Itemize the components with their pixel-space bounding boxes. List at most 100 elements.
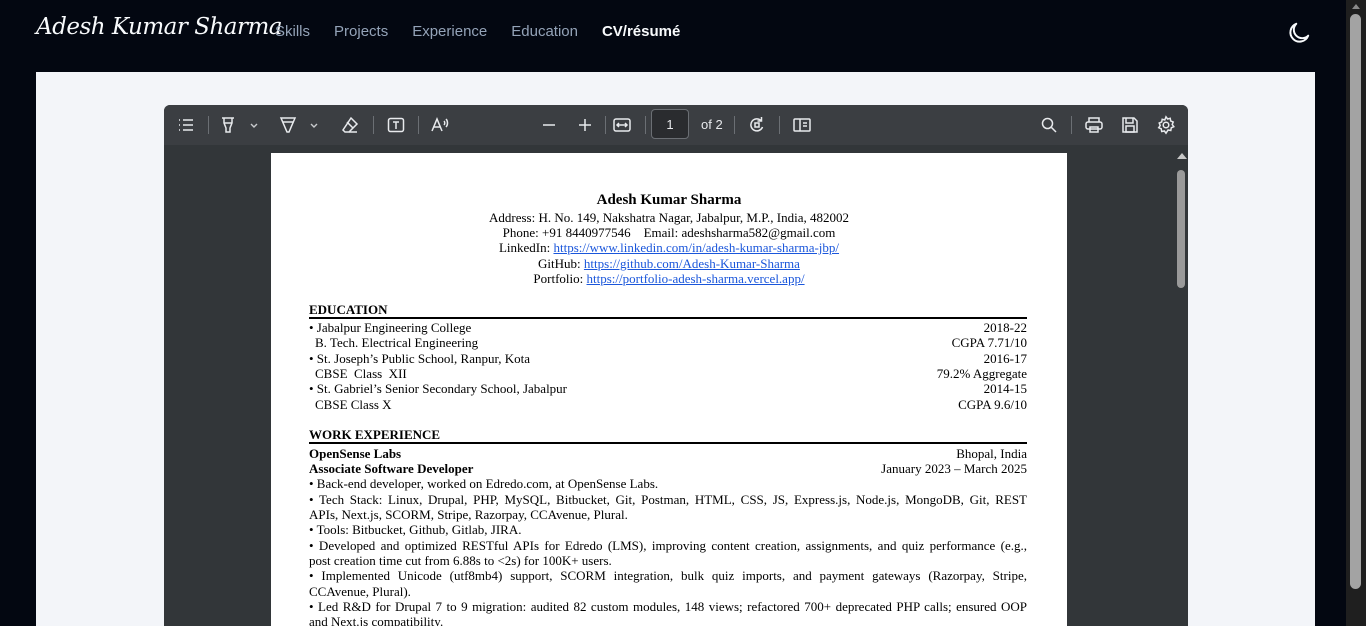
education-date: 2014-15 xyxy=(983,381,1027,396)
education-item: CBSE Class XII xyxy=(315,366,407,381)
page-view-button[interactable] xyxy=(790,113,814,137)
pdf-toolbar: of 2 xyxy=(164,105,1188,145)
toolbar-separator xyxy=(418,116,419,134)
page-total-label: of 2 xyxy=(701,117,723,132)
zoom-in-button[interactable] xyxy=(573,113,597,137)
theme-toggle-button[interactable] xyxy=(1286,20,1312,46)
work-bullet-continued: post creation time cut from 6.88s to <2s… xyxy=(309,553,612,568)
top-navbar: Adesh Kumar Sharma Skills Projects Exper… xyxy=(0,0,1346,64)
save-button[interactable] xyxy=(1118,113,1142,137)
education-item: • St. Gabriel’s Senior Secondary School,… xyxy=(309,381,568,396)
github-label: GitHub: xyxy=(538,256,584,271)
scroll-up-arrow-icon[interactable] xyxy=(1352,4,1360,9)
pdf-viewer: of 2 Adesh Kumar Sharma Address: H. No. … xyxy=(164,105,1188,626)
contents-button[interactable] xyxy=(174,113,198,137)
nav-link-skills[interactable]: Skills xyxy=(275,22,310,42)
education-date: 2016-17 xyxy=(983,351,1027,366)
draw-icon xyxy=(279,117,297,133)
work-bullet-continued: and Next.js compatibility. xyxy=(309,614,444,626)
portfolio-label: Portfolio: xyxy=(533,271,587,286)
education-date: 2018-22 xyxy=(983,320,1027,335)
education-score: CGPA 7.71/10 xyxy=(951,335,1027,350)
draw-options-button[interactable] xyxy=(308,117,320,133)
search-button[interactable] xyxy=(1037,113,1061,137)
read-aloud-button[interactable] xyxy=(428,113,452,137)
nav-link-education[interactable]: Education xyxy=(511,22,578,42)
resume-linkedin-line: LinkedIn: https://www.linkedin.com/in/ad… xyxy=(271,240,1067,255)
work-bullet: • Back-end developer, worked on Edredo.c… xyxy=(309,476,659,491)
rotate-icon xyxy=(750,117,764,132)
education-item: B. Tech. Electrical Engineering xyxy=(315,335,479,350)
highlight-options-button[interactable] xyxy=(248,117,260,133)
resume-portfolio-line: Portfolio: https://portfolio-adesh-sharm… xyxy=(271,271,1067,286)
settings-icon xyxy=(1157,115,1175,135)
draw-button[interactable] xyxy=(276,113,300,137)
fit-page-icon xyxy=(613,118,631,132)
job-dates: January 2023 – March 2025 xyxy=(881,461,1027,476)
portfolio-link[interactable]: https://portfolio-adesh-sharma.vercel.ap… xyxy=(587,271,805,286)
toolbar-separator xyxy=(734,116,735,134)
viewer-scrollbar-thumb[interactable] xyxy=(1177,170,1185,288)
chevron-down-icon xyxy=(310,123,318,128)
text-box-icon xyxy=(387,117,405,133)
save-icon xyxy=(1122,117,1138,133)
eraser-icon xyxy=(342,116,359,133)
page-view-icon xyxy=(793,118,811,132)
company-name: OpenSense Labs xyxy=(309,446,402,461)
linkedin-link[interactable]: https://www.linkedin.com/in/adesh-kumar-… xyxy=(553,240,839,255)
toolbar-separator xyxy=(779,116,780,134)
page-number-input[interactable] xyxy=(651,109,689,139)
highlight-button[interactable] xyxy=(216,113,240,137)
linkedin-label: LinkedIn: xyxy=(498,240,554,255)
github-link[interactable]: https://github.com/Adesh-Kumar-Sharma xyxy=(584,256,800,271)
scroll-up-arrow-icon[interactable] xyxy=(1177,153,1187,159)
toolbar-separator xyxy=(605,116,606,134)
company-location: Bhopal, India xyxy=(956,446,1027,461)
toolbar-separator xyxy=(208,116,209,134)
education-item: • St. Joseph’s Public School, Ranpur, Ko… xyxy=(309,351,531,366)
viewer-scrollbar[interactable] xyxy=(1174,145,1188,626)
search-icon xyxy=(1041,117,1057,133)
fit-page-button[interactable] xyxy=(610,113,634,137)
nav-link-experience[interactable]: Experience xyxy=(412,22,487,42)
section-divider xyxy=(309,442,1027,444)
erase-button[interactable] xyxy=(338,113,362,137)
education-item: • Jabalpur Engineering College xyxy=(309,320,472,335)
resume-name: Adesh Kumar Sharma xyxy=(596,192,742,208)
rotate-button[interactable] xyxy=(745,113,769,137)
toolbar-separator xyxy=(373,116,374,134)
education-score: 79.2% Aggregate xyxy=(936,366,1027,381)
site-logo[interactable]: Adesh Kumar Sharma xyxy=(36,14,283,40)
work-bullet: • Implemented Unicode (utf8mb4) support,… xyxy=(309,568,1027,583)
zoom-out-icon xyxy=(543,124,555,126)
toolbar-separator xyxy=(645,116,646,134)
work-bullet: • Developed and optimized RESTful APIs f… xyxy=(309,538,1027,553)
education-score: CGPA 9.6/10 xyxy=(958,397,1027,412)
sidebar-list-icon xyxy=(179,119,193,131)
resume-phone-email: Phone: +91 8440977546 Email: adeshsharma… xyxy=(502,225,836,240)
page-scrollbar[interactable] xyxy=(1346,0,1366,626)
settings-button[interactable] xyxy=(1154,113,1178,137)
print-button[interactable] xyxy=(1082,113,1106,137)
education-heading: EDUCATION xyxy=(309,302,388,317)
pdf-page-1: Adesh Kumar Sharma Address: H. No. 149, … xyxy=(271,153,1067,626)
work-bullet: • Led R&D for Drupal 7 to 9 migration: a… xyxy=(309,599,1027,614)
work-experience-heading: WORK EXPERIENCE xyxy=(309,427,441,442)
section-divider xyxy=(309,317,1027,319)
zoom-out-button[interactable] xyxy=(537,113,561,137)
nav-link-cv-resume[interactable]: CV/résumé xyxy=(602,22,680,42)
print-icon xyxy=(1085,117,1103,133)
work-bullet: • Tech Stack: Linux, Drupal, PHP, MySQL,… xyxy=(309,492,1027,507)
education-item: CBSE Class X xyxy=(315,397,392,412)
work-bullet: • Tools: Bitbucket, Github, Gitlab, JIRA… xyxy=(309,522,522,537)
read-aloud-icon xyxy=(431,117,449,132)
add-text-button[interactable] xyxy=(384,113,408,137)
job-role: Associate Software Developer xyxy=(309,461,474,476)
zoom-in-icon xyxy=(579,119,591,131)
chevron-down-icon xyxy=(250,123,258,128)
toolbar-separator xyxy=(1071,116,1072,134)
resume-address: Address: H. No. 149, Nakshatra Nagar, Ja… xyxy=(488,210,849,225)
work-bullet-continued: CCAvenue, Plural). xyxy=(309,584,411,599)
page-scrollbar-thumb[interactable] xyxy=(1350,14,1361,589)
nav-link-projects[interactable]: Projects xyxy=(334,22,388,42)
